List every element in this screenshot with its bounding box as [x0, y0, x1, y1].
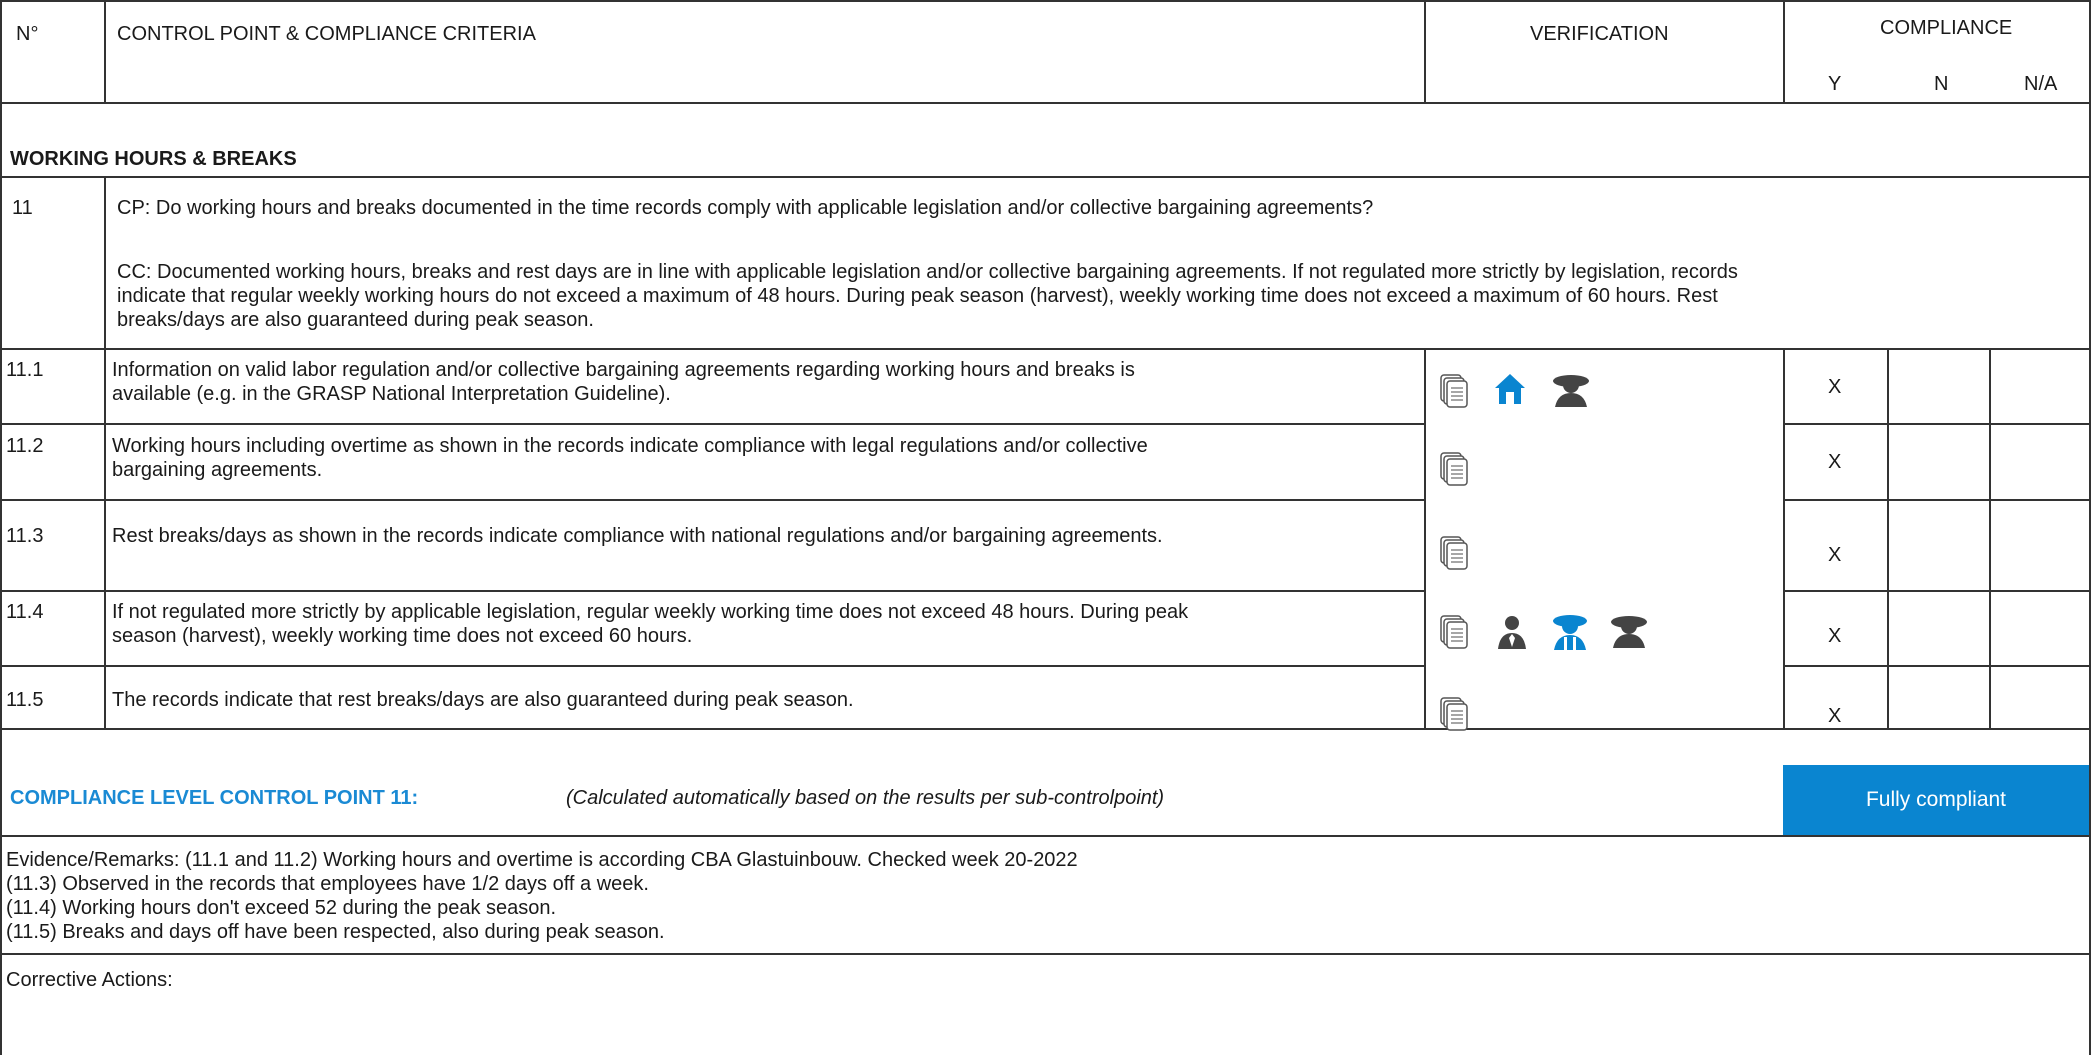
evidence-line: (11.3) Observed in the records that empl…	[6, 873, 649, 895]
row-criteria-line: season (harvest), weekly working time do…	[112, 625, 693, 647]
header-compliance: COMPLIANCE	[1880, 17, 2013, 39]
divider	[1887, 348, 1889, 729]
farm-house-icon	[1495, 374, 1525, 404]
header-criteria: CONTROL POINT & COMPLIANCE CRITERIA	[117, 23, 536, 45]
audit-checklist: N° CONTROL POINT & COMPLIANCE CRITERIA V…	[0, 0, 2091, 1055]
control-point-number: 11	[12, 197, 33, 219]
divider	[1424, 348, 1426, 729]
divider	[1783, 423, 2091, 425]
document-icon	[1440, 697, 1468, 731]
compliance-yes-mark[interactable]: X	[1828, 375, 1841, 399]
divider	[104, 176, 106, 729]
row-number: 11.3	[6, 525, 44, 547]
header-verification: VERIFICATION	[1530, 23, 1669, 45]
divider	[1783, 590, 2091, 592]
compliance-yes-mark[interactable]: X	[1828, 624, 1841, 648]
compliance-status-badge: Fully compliant	[1783, 765, 2089, 835]
compliance-yes-mark[interactable]: X	[1828, 704, 1841, 728]
divider	[104, 0, 106, 103]
corrective-actions-label: Corrective Actions:	[6, 969, 173, 991]
divider	[0, 102, 2091, 104]
row-criteria-line: Working hours including overtime as show…	[112, 435, 1148, 457]
compliance-yes-mark[interactable]: X	[1828, 450, 1841, 474]
divider	[0, 423, 1426, 425]
divider	[0, 590, 1426, 592]
document-icon	[1440, 374, 1468, 408]
divider	[1783, 0, 1785, 103]
divider	[1783, 348, 1785, 729]
compliance-criteria-line: indicate that regular weekly working hou…	[117, 285, 1718, 307]
divider	[0, 176, 2091, 178]
table-border-left	[0, 0, 2, 1055]
row-number: 11.5	[6, 689, 44, 711]
row-criteria-line: bargaining agreements.	[112, 459, 323, 481]
row-number: 11.4	[6, 601, 44, 623]
worker-icon	[1611, 616, 1647, 648]
compliance-criteria-line: breaks/days are also guaranteed during p…	[117, 309, 594, 331]
header-yes: Y	[1828, 73, 1842, 95]
evidence-line: (11.5) Breaks and days off have been res…	[6, 921, 665, 943]
document-icon	[1440, 615, 1468, 649]
evidence-line: Evidence/Remarks: (11.1 and 11.2) Workin…	[6, 849, 1078, 871]
control-point-question: CP: Do working hours and breaks document…	[117, 197, 1374, 219]
header-not-applicable: N/A	[2024, 73, 2058, 95]
header-no: N	[1934, 73, 1949, 95]
worker-representative-icon	[1553, 615, 1587, 650]
section-title: WORKING HOURS & BREAKS	[10, 148, 297, 170]
divider	[0, 835, 2091, 837]
row-criteria-line: Rest breaks/days as shown in the records…	[112, 525, 1163, 547]
row-criteria-line: Information on valid labor regulation an…	[112, 359, 1135, 381]
evidence-line: (11.4) Working hours don't exceed 52 dur…	[6, 897, 557, 919]
row-number: 11.1	[6, 359, 44, 381]
compliance-level-label: COMPLIANCE LEVEL CONTROL POINT 11:	[10, 787, 419, 809]
divider	[0, 728, 2091, 730]
row-criteria-line: The records indicate that rest breaks/da…	[112, 689, 854, 711]
divider	[0, 953, 2091, 955]
manager-icon	[1498, 616, 1526, 649]
compliance-status-text: Fully compliant	[1865, 788, 2007, 811]
document-icon	[1440, 452, 1468, 486]
divider	[1783, 665, 2091, 667]
compliance-yes-mark[interactable]: X	[1828, 543, 1841, 567]
row-criteria-line: If not regulated more strictly by applic…	[112, 601, 1189, 623]
divider	[1424, 0, 1426, 103]
worker-icon	[1553, 375, 1589, 407]
divider	[0, 348, 2091, 350]
compliance-criteria-line: CC: Documented working hours, breaks and…	[117, 261, 1738, 283]
divider	[0, 499, 1426, 501]
header-number: N°	[16, 23, 39, 45]
compliance-level-note: (Calculated automatically based on the r…	[566, 787, 1165, 809]
divider	[1989, 348, 1991, 729]
row-number: 11.2	[6, 435, 44, 457]
divider	[0, 665, 1426, 667]
table-border-top	[0, 0, 2091, 2]
row-criteria-line: available (e.g. in the GRASP National In…	[112, 383, 671, 405]
document-icon	[1440, 536, 1468, 570]
divider	[1783, 499, 2091, 501]
